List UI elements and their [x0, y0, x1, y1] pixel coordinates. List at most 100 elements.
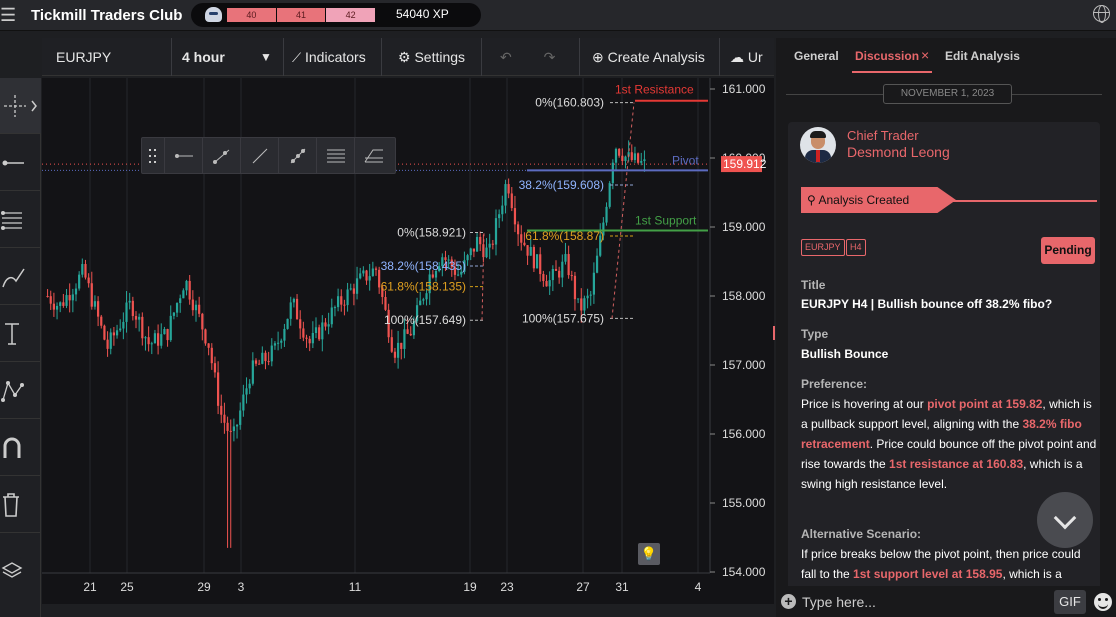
- tab-discussion[interactable]: Discussion: [855, 49, 919, 63]
- candle-body: [330, 307, 333, 325]
- candle-body: [248, 383, 251, 389]
- gif-button[interactable]: GIF: [1054, 590, 1086, 614]
- symbol-field[interactable]: EURJPY: [42, 38, 172, 76]
- price-tick-label: 154.000: [722, 565, 766, 579]
- emoji-icon[interactable]: [1094, 593, 1112, 611]
- tab-edit-analysis[interactable]: Edit Analysis: [945, 49, 1020, 63]
- timeframe-select[interactable]: 4 hour ▼: [172, 38, 284, 76]
- candle-body: [554, 268, 558, 271]
- globe-icon[interactable]: [1093, 5, 1110, 23]
- date-tick-label: 4: [695, 580, 702, 594]
- candle-body: [106, 339, 109, 349]
- brush-tool[interactable]: [0, 249, 41, 305]
- horizontal-ray-icon[interactable]: [164, 138, 202, 174]
- upload-button[interactable]: ☁ Ur: [720, 38, 774, 76]
- candle-body: [311, 332, 314, 344]
- active-tab-indicator: [852, 71, 932, 73]
- candle-body: [55, 305, 59, 310]
- candle-body: [624, 156, 627, 161]
- settings-button[interactable]: ⚙ Settings: [382, 38, 482, 76]
- candle-body: [400, 342, 403, 349]
- candle-body: [573, 275, 577, 300]
- undo-icon[interactable]: ↶: [500, 49, 512, 65]
- candle-body: [567, 254, 570, 276]
- candle-body: [532, 246, 535, 269]
- fib-label: 38.2%(158.435): [381, 259, 466, 273]
- text-icon: [5, 323, 19, 345]
- candle-body: [592, 272, 595, 295]
- trash-tool[interactable]: [0, 477, 41, 533]
- drag-handle-icon[interactable]: [142, 138, 164, 174]
- close-icon[interactable]: ×: [921, 47, 929, 63]
- candle-body: [586, 295, 589, 299]
- candle-body: [318, 327, 321, 340]
- level-segment: 40: [227, 8, 276, 22]
- candle-body: [504, 184, 507, 206]
- menu-icon[interactable]: ☰: [0, 6, 18, 24]
- candle-body: [131, 300, 134, 317]
- candle-body: [65, 295, 68, 306]
- candle-body: [169, 315, 172, 341]
- candle-body: [175, 303, 179, 313]
- status-badge: Pending: [1041, 237, 1095, 264]
- arrow-line-icon[interactable]: [202, 138, 240, 174]
- user-name[interactable]: Desmond Leong: [847, 144, 950, 160]
- candle-body: [267, 361, 270, 363]
- candle-body: [138, 316, 141, 320]
- fib-fan-icon[interactable]: [354, 138, 392, 174]
- candle-body: [239, 410, 242, 425]
- brush-icon: [2, 268, 25, 288]
- candle-body: [327, 324, 330, 327]
- candle-body: [46, 296, 49, 297]
- pref-highlight-3: 1st resistance at 160.83: [889, 457, 1024, 471]
- plus-icon[interactable]: +: [781, 594, 796, 609]
- candle-body: [223, 414, 226, 423]
- line-tool[interactable]: [0, 135, 41, 191]
- candle-body: [182, 290, 185, 299]
- candle-body: [150, 343, 153, 345]
- trend-icon: ⟋: [292, 50, 302, 65]
- tab-general[interactable]: General: [794, 49, 839, 63]
- crosshair-tool[interactable]: [0, 78, 41, 134]
- avatar[interactable]: [800, 127, 836, 163]
- indicators-button[interactable]: ⟋ Indicators: [284, 38, 382, 76]
- undo-redo: ↶ ↷: [482, 38, 580, 76]
- create-analysis-button[interactable]: ⊕ Create Analysis: [580, 38, 720, 76]
- candle-body: [577, 298, 580, 300]
- candle-body: [371, 268, 374, 277]
- pattern-tool[interactable]: [0, 363, 41, 419]
- pivot-label: Pivot: [672, 153, 699, 167]
- scroll-down-button[interactable]: [1037, 492, 1093, 548]
- trend-line-icon[interactable]: [240, 138, 278, 174]
- message-input[interactable]: [802, 592, 1042, 612]
- timeframe-label: 4 hour: [182, 49, 225, 65]
- candle-body: [343, 304, 346, 306]
- candle-body: [153, 333, 157, 344]
- type-value: Bullish Bounce: [801, 347, 889, 361]
- candle-body: [210, 347, 213, 364]
- user-role: Chief Trader: [847, 128, 919, 143]
- settings-label: Settings: [414, 49, 466, 65]
- candle-body: [498, 214, 501, 219]
- candle-body: [324, 322, 327, 327]
- parallel-channel-icon[interactable]: [316, 138, 354, 174]
- text-tool[interactable]: [0, 306, 41, 362]
- segment-icon[interactable]: [278, 138, 316, 174]
- fib-tool[interactable]: [0, 192, 41, 248]
- redo-icon[interactable]: ↷: [544, 49, 556, 65]
- candle-body: [299, 319, 302, 329]
- candle-body: [340, 296, 343, 305]
- candle-body: [314, 327, 318, 333]
- candle-body: [217, 372, 220, 406]
- candle-body: [100, 316, 103, 326]
- candle-body: [611, 162, 614, 184]
- candle-body: [308, 338, 311, 344]
- lightbulb-icon[interactable]: 💡: [638, 543, 660, 565]
- fib-label: 100%(157.649): [384, 313, 466, 327]
- magnet-tool[interactable]: [0, 420, 41, 476]
- candle-body: [270, 345, 273, 362]
- alt-highlight-1: 1st support level at 158.95: [853, 567, 1003, 581]
- candle-body: [144, 337, 147, 339]
- layers-tool[interactable]: [0, 534, 41, 590]
- candle-body: [419, 300, 422, 306]
